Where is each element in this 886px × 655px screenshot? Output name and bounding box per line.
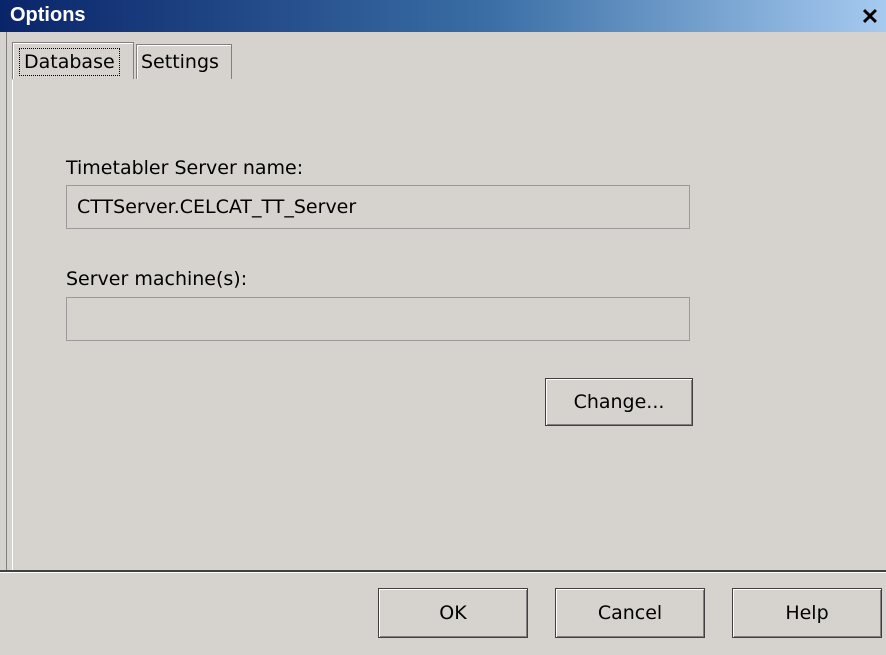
title-bar: Options ✕ <box>0 0 886 32</box>
window-border <box>0 32 7 570</box>
footer-separator <box>0 570 886 573</box>
server-machines-label: Server machine(s): <box>66 268 248 290</box>
ok-button[interactable]: OK <box>378 588 528 638</box>
change-button[interactable]: Change... <box>545 378 693 426</box>
help-button[interactable]: Help <box>732 588 882 638</box>
window-title: Options <box>10 4 86 26</box>
tab-settings[interactable]: Settings <box>136 44 232 79</box>
cancel-button[interactable]: Cancel <box>555 588 705 638</box>
tab-database[interactable]: Database <box>12 42 134 79</box>
tab-settings-label: Settings <box>141 51 219 73</box>
server-machines-field[interactable] <box>66 297 690 341</box>
tab-database-label: Database <box>19 48 120 76</box>
server-name-field[interactable]: CTTServer.CELCAT_TT_Server <box>66 185 690 229</box>
close-icon[interactable]: ✕ <box>860 6 880 28</box>
server-name-label: Timetabler Server name: <box>66 157 304 179</box>
